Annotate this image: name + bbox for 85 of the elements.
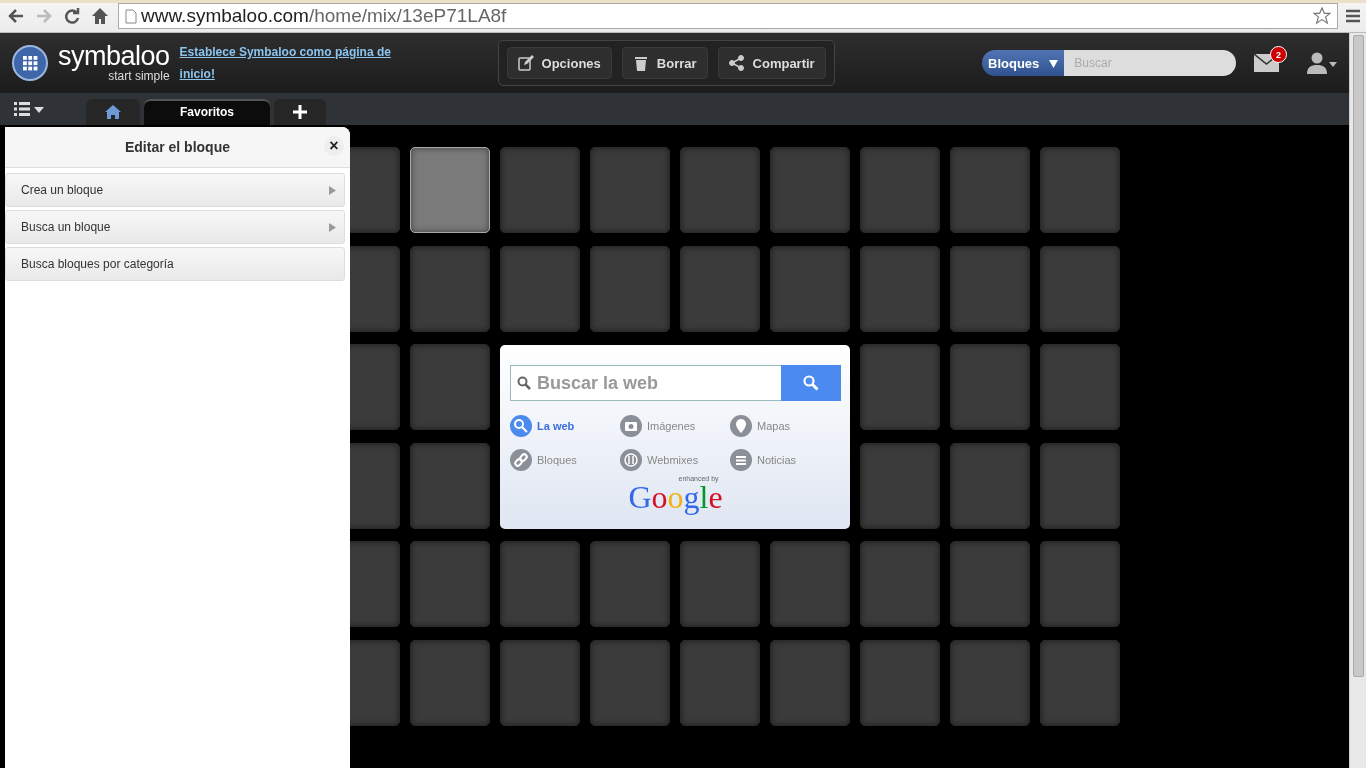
bookmark-tile[interactable] bbox=[860, 442, 940, 529]
bookmark-tile[interactable] bbox=[410, 147, 490, 233]
pencil-icon bbox=[517, 55, 534, 71]
bookmark-tile[interactable] bbox=[410, 344, 490, 431]
bookmark-tile[interactable] bbox=[410, 639, 490, 726]
set-homepage-link[interactable]: Establece Symbaloo como página de inicio! bbox=[179, 41, 410, 85]
share-icon bbox=[728, 55, 745, 71]
bookmark-tile[interactable] bbox=[1040, 245, 1120, 332]
scrollbar-thumb[interactable] bbox=[1352, 35, 1364, 677]
bookmark-tile[interactable] bbox=[950, 639, 1030, 726]
bookmark-tile[interactable] bbox=[860, 639, 940, 726]
panel-menu-item[interactable]: Crea un bloque bbox=[5, 173, 345, 207]
list-icon bbox=[14, 102, 44, 116]
bookmark-tile[interactable] bbox=[860, 344, 940, 431]
bookmark-tile[interactable] bbox=[500, 541, 580, 628]
bookmark-tile[interactable] bbox=[1040, 147, 1120, 233]
list-icon bbox=[730, 449, 752, 472]
bookmark-tile[interactable] bbox=[500, 147, 580, 233]
url-text: www.symbaloo.com/home/mix/13eP71LA8f bbox=[141, 5, 507, 27]
bookmark-tile[interactable] bbox=[770, 639, 850, 726]
bookmark-tile[interactable] bbox=[770, 245, 850, 332]
bookmark-tile[interactable] bbox=[590, 147, 670, 233]
page-icon bbox=[125, 8, 137, 24]
home-icon[interactable] bbox=[90, 6, 110, 26]
trash-icon bbox=[632, 55, 649, 71]
star-icon[interactable] bbox=[1313, 7, 1331, 25]
bookmark-tile[interactable] bbox=[410, 245, 490, 332]
bookmark-tile[interactable] bbox=[500, 245, 580, 332]
bookmark-tile[interactable] bbox=[590, 639, 670, 726]
grid-icon bbox=[620, 449, 642, 472]
search-icon bbox=[510, 415, 532, 438]
bookmark-tile[interactable] bbox=[1040, 344, 1120, 431]
panel-menu-item[interactable]: Busca un bloque bbox=[5, 210, 345, 244]
logo-tagline: start simple bbox=[108, 69, 170, 83]
user-icon bbox=[1307, 52, 1337, 74]
search-icon bbox=[517, 376, 531, 391]
panel-menu-item[interactable]: Busca bloques por categoría bbox=[5, 247, 345, 281]
bookmark-tile[interactable] bbox=[770, 541, 850, 628]
bookmark-tile[interactable] bbox=[950, 541, 1030, 628]
close-button[interactable]: × bbox=[324, 136, 344, 156]
bookmark-tile[interactable] bbox=[1040, 541, 1120, 628]
bookmark-tile[interactable] bbox=[950, 442, 1030, 529]
bookmark-tile[interactable] bbox=[680, 147, 760, 233]
logo-text: symbaloo bbox=[58, 43, 170, 69]
reload-icon[interactable] bbox=[62, 6, 82, 26]
bookmark-tile[interactable] bbox=[680, 541, 760, 628]
plus-icon bbox=[292, 104, 308, 120]
bookmark-tile[interactable] bbox=[860, 541, 940, 628]
search-button[interactable] bbox=[781, 365, 841, 402]
bookmark-tile[interactable] bbox=[590, 541, 670, 628]
home-icon bbox=[104, 104, 122, 120]
bookmark-tile[interactable] bbox=[860, 245, 940, 332]
web-search-field[interactable]: Buscar la web bbox=[510, 365, 781, 402]
toolbar-button[interactable]: Opciones bbox=[506, 47, 612, 79]
bookmark-tile[interactable] bbox=[770, 147, 850, 233]
menu-icon[interactable] bbox=[1346, 9, 1360, 23]
logo-icon bbox=[12, 45, 48, 81]
address-bar[interactable]: www.symbaloo.com/home/mix/13eP71LA8f bbox=[118, 3, 1338, 29]
caret-icon bbox=[1049, 58, 1059, 68]
bookmark-tile[interactable] bbox=[590, 245, 670, 332]
bookmark-tile[interactable] bbox=[950, 147, 1030, 233]
bookmark-tile[interactable] bbox=[1040, 639, 1120, 726]
user-menu-button[interactable] bbox=[1307, 52, 1337, 74]
link-icon bbox=[510, 449, 532, 472]
bookmark-tile[interactable] bbox=[950, 344, 1030, 431]
map-pin-icon bbox=[730, 415, 752, 438]
toolbar-button[interactable]: Compartir bbox=[717, 47, 826, 79]
search-icon bbox=[803, 375, 819, 392]
list-menu-button[interactable] bbox=[14, 102, 44, 116]
bookmark-tile[interactable] bbox=[410, 541, 490, 628]
toolbar-button[interactable]: Borrar bbox=[621, 47, 708, 79]
bookmark-tile[interactable] bbox=[410, 442, 490, 529]
bookmark-tile[interactable] bbox=[500, 639, 580, 726]
bookmark-tile[interactable] bbox=[860, 147, 940, 233]
bookmark-tile[interactable] bbox=[680, 245, 760, 332]
bookmark-tile[interactable] bbox=[950, 245, 1030, 332]
search-type-option[interactable]: La web bbox=[510, 415, 620, 438]
panel-title: Editar el bloque bbox=[125, 139, 230, 155]
bookmark-tile[interactable] bbox=[680, 639, 760, 726]
camera-icon bbox=[620, 415, 642, 438]
tab[interactable] bbox=[274, 99, 326, 125]
notification-badge: 2 bbox=[1270, 46, 1287, 63]
tab[interactable]: Favoritos bbox=[144, 99, 270, 125]
scope-dropdown[interactable]: Bloques bbox=[982, 50, 1065, 76]
bookmark-tile[interactable] bbox=[1040, 442, 1120, 529]
